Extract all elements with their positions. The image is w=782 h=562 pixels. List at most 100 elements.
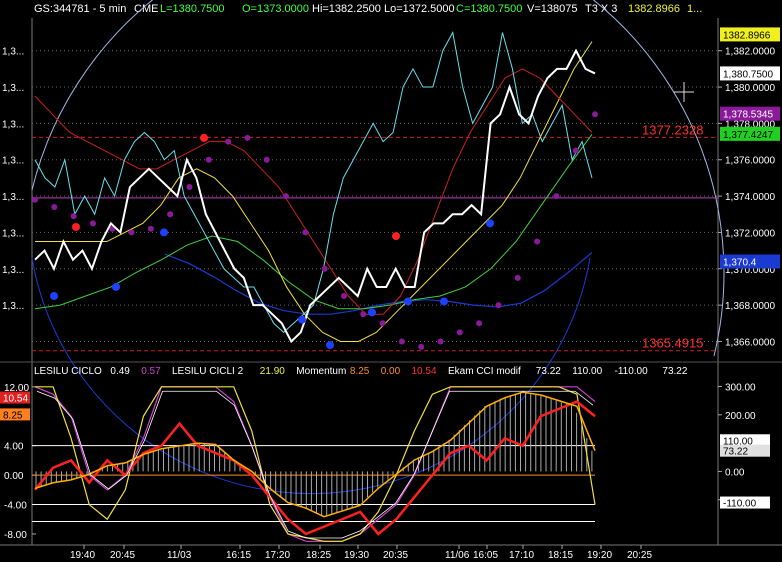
series-purple-t3-point [205, 156, 212, 163]
indicator-left-tick: 4.00 [4, 442, 24, 453]
series-purple-t3-point [572, 147, 579, 154]
series-blue-ma [164, 251, 593, 315]
cycle-arc-upper [31, 0, 725, 357]
series-purple-t3-point [437, 338, 444, 345]
indicator-legend-item: LESILU CICLI 2 [172, 366, 244, 377]
indicator-legend-item: 110.00 [572, 366, 602, 377]
series-red-ma [34, 68, 593, 315]
blue-signal-dot [440, 297, 448, 306]
series-purple-t3-point [495, 302, 502, 309]
series-purple-t3-point [476, 320, 483, 327]
x-tick-label: 20:45 [110, 550, 135, 561]
series-purple-t3-point [283, 193, 290, 200]
blue-signal-dot [404, 297, 412, 306]
indicator-left-tag-label: 10.54 [3, 394, 28, 405]
x-tick-label: 16:05 [473, 550, 498, 561]
indicator-legend-item: 10.54 [412, 366, 437, 377]
y-tick-label: 1,368.0000 [725, 301, 775, 312]
left-tick-label: 1,3... [2, 47, 24, 58]
series-purple-t3-point [186, 184, 193, 190]
x-tick-label: 18:25 [306, 550, 331, 561]
blue-signal-dot [326, 341, 334, 350]
indicator-legend-item: 8.25 [350, 366, 370, 377]
price-tag-label: 1382.8966 [723, 30, 771, 41]
cci-histogram [35, 392, 593, 517]
y-tick-label: 1,372.0000 [725, 228, 775, 239]
series-green-ma [34, 134, 593, 310]
level-label: 1377.2328 [642, 122, 703, 137]
indicator-right-tick: 0.00 [725, 467, 745, 478]
left-tick-label: 1,3... [2, 83, 24, 94]
indicator-right-tick: 300.00 [725, 382, 756, 393]
left-tick-label: 1,3... [2, 301, 24, 312]
blue-signal-dot [368, 308, 376, 317]
y-tick-label: 1,382.0000 [725, 47, 775, 58]
series-purple-t3-point [514, 274, 521, 281]
y-tick-label: 1,376.0000 [725, 156, 775, 167]
indicator-right-tag-label: 73.22 [723, 447, 748, 458]
indicator-cycle-white [36, 390, 594, 539]
y-tick-label: 1,366.0000 [725, 337, 775, 348]
price-tag-label: 1,370.4 [723, 258, 757, 269]
blue-signal-dot [50, 292, 58, 301]
series-purple-t3-point [51, 203, 58, 210]
x-tick-label: 20:35 [383, 550, 408, 561]
left-tick-label: 1,3... [2, 228, 24, 239]
blue-signal-dot [298, 315, 306, 324]
price-chart-svg: 1,382.00001,380.00001,378.00001,376.0000… [0, 0, 782, 561]
series-purple-t3-point [70, 213, 77, 220]
blue-signal-dot [112, 282, 120, 291]
indicator-legend-item: Ekam CCI modif [448, 366, 521, 377]
x-tick-label: 16:15 [226, 550, 251, 561]
indicator-legend-item: 0.49 [110, 366, 130, 377]
series-purple-t3-point [302, 229, 309, 236]
x-tick-label: 17:10 [509, 550, 534, 561]
price-tag-label: 1,377.4247 [723, 130, 773, 141]
x-tick-label: 11/06 [445, 550, 470, 561]
x-tick-label: 19:40 [70, 550, 95, 561]
left-tick-label: 1,3... [2, 119, 24, 130]
x-tick-label: 20:25 [627, 550, 652, 561]
series-purple-t3-point [128, 229, 135, 236]
x-tick-label: 11/03 [167, 550, 192, 561]
indicator-left-tag-label: 8.25 [3, 410, 23, 421]
left-tick-label: 1,3... [2, 192, 24, 203]
series-purple-t3-point [32, 196, 38, 203]
indicator-legend-item: LESILU CICLO [34, 366, 102, 377]
series-purple-t3-point [553, 193, 560, 200]
series-purple-t3-point [167, 211, 174, 218]
blue-signal-dot [486, 219, 494, 228]
series-purple-t3-point [456, 329, 463, 336]
chart-window: GS:344781 - 5 min CME L=1380.7500 O=1373… [0, 0, 782, 562]
series-purple-t3-point [592, 111, 598, 118]
series-purple-t3-point [360, 311, 367, 318]
red-signal-dot [200, 133, 208, 142]
series-purple-t3-point [379, 320, 386, 327]
indicator-legend-item: 0.00 [381, 366, 401, 377]
x-tick-label: 19:20 [587, 550, 612, 561]
series-purple-t3-point [418, 343, 425, 350]
x-tick-label: 19:30 [344, 550, 369, 561]
indicator-legend-item: 73.22 [536, 366, 561, 377]
x-tick-label: 17:20 [265, 550, 290, 561]
indicator-legend-item: 73.22 [662, 366, 687, 377]
indicator-legend-item: -110.00 [615, 366, 649, 377]
series-purple-t3-point [263, 156, 270, 163]
indicator-left-tick: -4.00 [4, 501, 27, 512]
left-tick-label: 1,3... [2, 156, 24, 167]
indicator-left-tick: 0.00 [4, 471, 24, 482]
series-purple-t3-point [534, 238, 541, 245]
series-purple-t3-point [147, 225, 154, 232]
indicator-left-tick: -8.00 [4, 530, 27, 541]
indicator-right-tag-label: -110.00 [723, 499, 757, 510]
red-signal-dot [392, 232, 400, 241]
series-purple-t3-point [89, 220, 96, 227]
price-tag-label: 1,378.5345 [723, 110, 773, 121]
left-tick-label: 1,3... [2, 265, 24, 276]
indicator-legend-item: 0.57 [141, 366, 161, 377]
series-purple-t3-point [321, 265, 328, 272]
indicator-legend-item: 21.90 [260, 366, 285, 377]
blue-signal-dot [160, 228, 168, 237]
x-tick-label: 18:15 [548, 550, 573, 561]
y-tick-label: 1,374.0000 [725, 192, 775, 203]
